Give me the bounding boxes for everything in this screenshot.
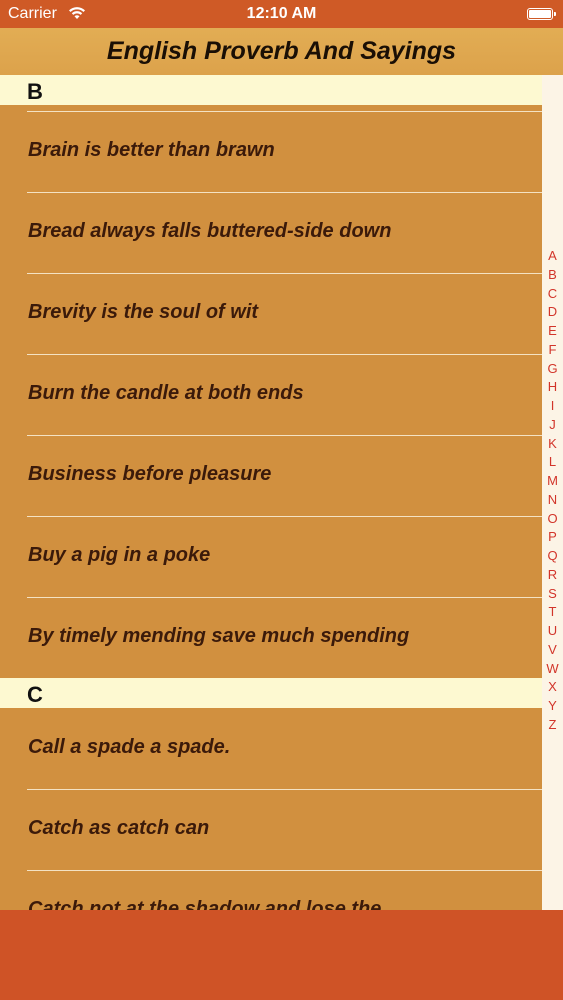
proverb-label: Brevity is the soul of wit (28, 301, 259, 323)
index-letter-w[interactable]: W (542, 660, 563, 679)
proverb-label: Catch not at the shadow and lose the (28, 898, 382, 910)
list-item[interactable]: Bread always falls buttered-side down (0, 192, 542, 273)
index-letter-u[interactable]: U (542, 622, 563, 641)
index-letter-o[interactable]: O (542, 510, 563, 529)
index-letter-n[interactable]: N (542, 491, 563, 510)
section-header-b: B (0, 75, 542, 105)
proverb-label: Brain is better than brawn (28, 139, 275, 161)
page-title: English Proverb And Sayings (106, 37, 457, 65)
index-letter-h[interactable]: H (542, 378, 563, 397)
index-letter-m[interactable]: M (542, 472, 563, 491)
index-letter-k[interactable]: K (542, 435, 563, 454)
proverb-label: Business before pleasure (28, 463, 272, 485)
index-letter-e[interactable]: E (542, 322, 563, 341)
row-separator (27, 273, 542, 274)
battery-icon (527, 8, 556, 20)
clock: 12:10 AM (246, 5, 317, 22)
list-item[interactable]: Business before pleasure (0, 435, 542, 516)
index-letter-i[interactable]: I (542, 397, 563, 416)
index-letter-v[interactable]: V (542, 641, 563, 660)
index-letter-d[interactable]: D (542, 303, 563, 322)
section-index[interactable]: ABCDEFGHIJKLMNOPQRSTUVWXYZ (542, 75, 563, 910)
index-letter-y[interactable]: Y (542, 697, 563, 716)
index-letter-p[interactable]: P (542, 528, 563, 547)
row-separator (27, 111, 542, 112)
proverb-label: Call a spade a spade. (28, 736, 231, 758)
list-item[interactable]: Burn the candle at both ends (0, 354, 542, 435)
navigation-bar: English Proverb And Sayings (0, 28, 563, 76)
list-item[interactable]: Buy a pig in a poke (0, 516, 542, 597)
row-separator (27, 789, 542, 790)
index-letter-x[interactable]: X (542, 678, 563, 697)
list-item[interactable]: Brain is better than brawn (0, 111, 542, 192)
bottom-bar (0, 910, 563, 1000)
row-separator (27, 870, 542, 871)
index-letter-j[interactable]: J (542, 416, 563, 435)
row-separator (27, 516, 542, 517)
list-item[interactable]: Brevity is the soul of wit (0, 273, 542, 354)
index-letter-a[interactable]: A (542, 247, 563, 266)
proverb-list[interactable]: B Brain is better than brawn Bread alway… (0, 75, 542, 910)
index-letter-r[interactable]: R (542, 566, 563, 585)
index-letter-q[interactable]: Q (542, 547, 563, 566)
list-item[interactable]: By timely mending save much spending (0, 597, 542, 678)
index-letter-b[interactable]: B (542, 266, 563, 285)
row-separator (27, 192, 542, 193)
row-separator (27, 354, 542, 355)
index-letter-t[interactable]: T (542, 603, 563, 622)
proverb-label: Bread always falls buttered-side down (28, 220, 392, 242)
section-letter: C (27, 682, 43, 707)
list-item[interactable]: Catch as catch can (0, 789, 542, 870)
section-index-letters: ABCDEFGHIJKLMNOPQRSTUVWXYZ (542, 247, 563, 735)
list-item[interactable]: Catch not at the shadow and lose the (0, 870, 542, 910)
list-item[interactable]: Call a spade a spade. (0, 708, 542, 789)
index-letter-s[interactable]: S (542, 585, 563, 604)
section-letter: B (27, 79, 43, 104)
index-letter-g[interactable]: G (542, 360, 563, 379)
proverb-label: Catch as catch can (28, 817, 210, 839)
index-letter-c[interactable]: C (542, 285, 563, 304)
section-header-c: C (0, 678, 542, 708)
index-letter-f[interactable]: F (542, 341, 563, 360)
row-separator (27, 435, 542, 436)
proverb-label: Buy a pig in a poke (28, 544, 211, 566)
proverb-label: By timely mending save much spending (28, 625, 410, 647)
row-separator (27, 597, 542, 598)
index-letter-l[interactable]: L (542, 453, 563, 472)
proverb-label: Burn the candle at both ends (28, 382, 304, 404)
status-bar: Carrier 12:10 AM (0, 0, 563, 28)
index-letter-z[interactable]: Z (542, 716, 563, 735)
